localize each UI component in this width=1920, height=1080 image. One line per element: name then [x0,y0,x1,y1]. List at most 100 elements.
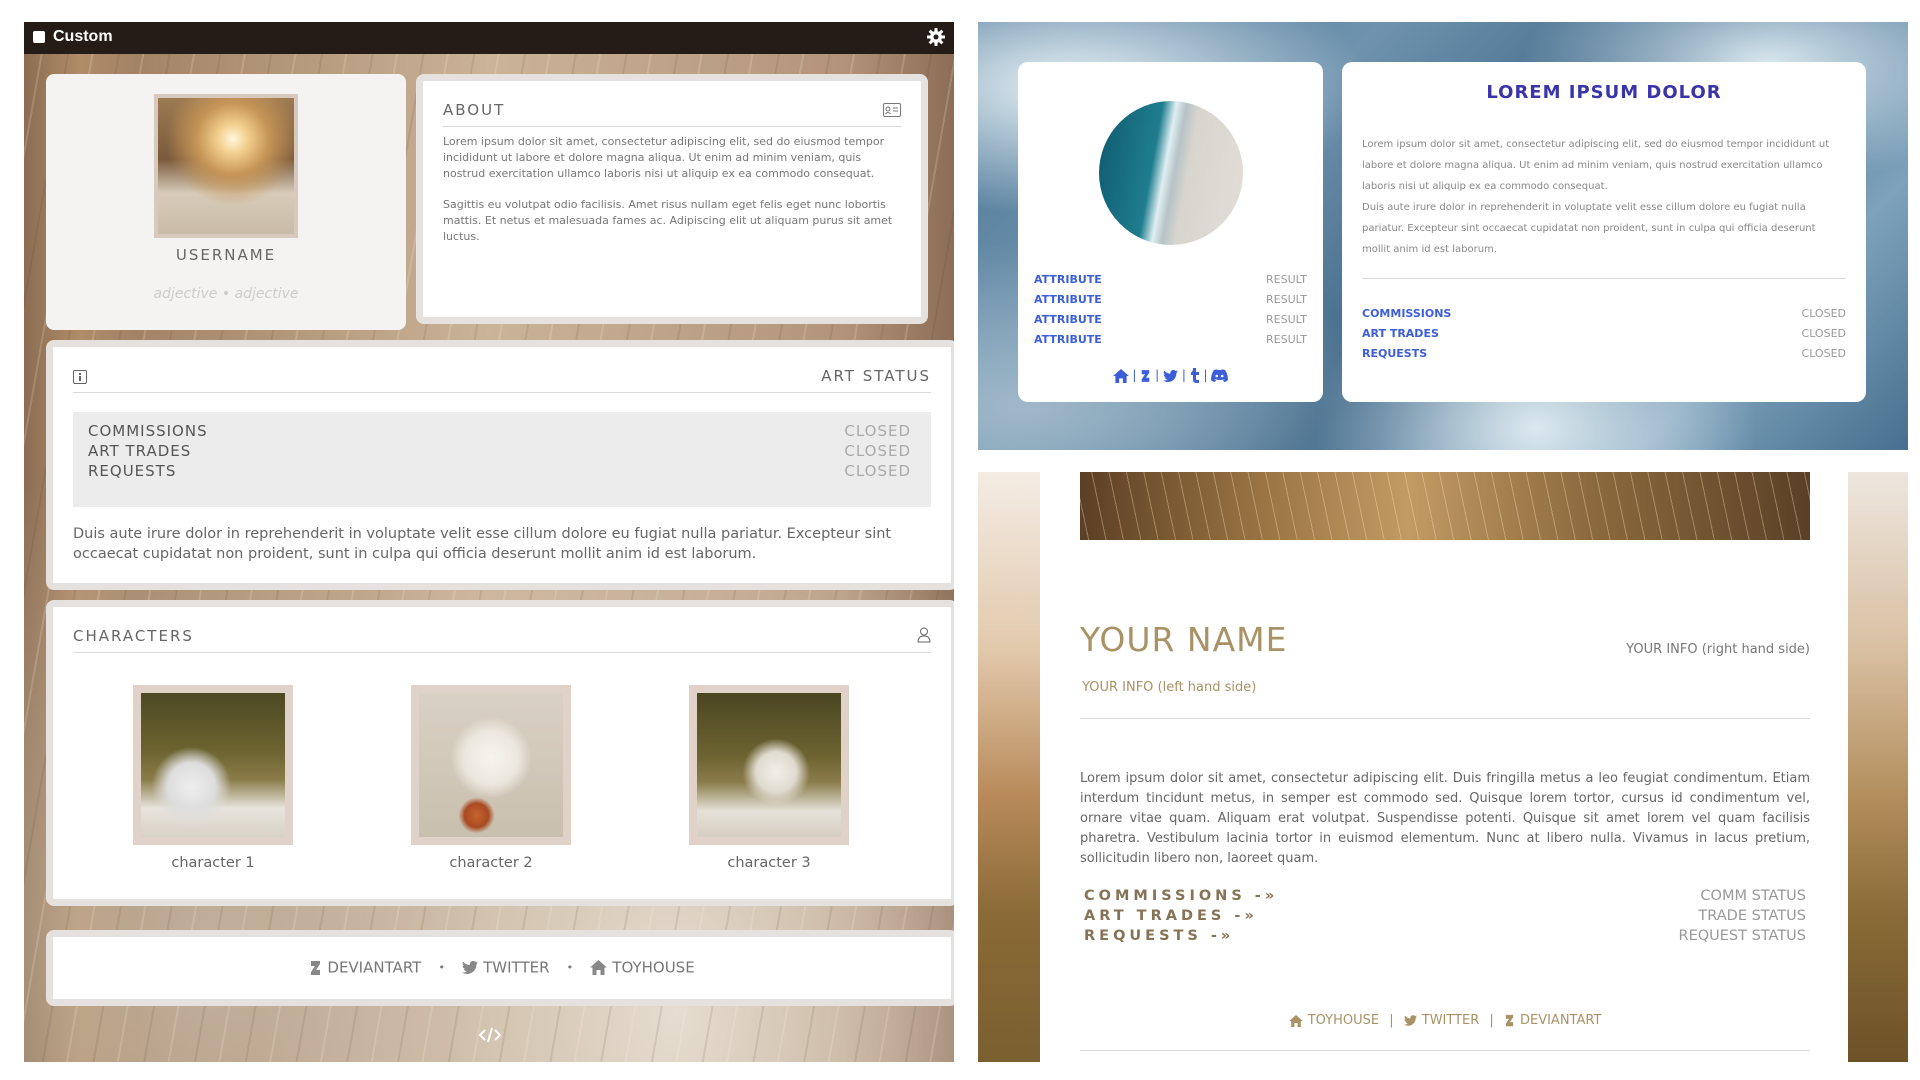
home-icon [1288,1014,1303,1027]
twitter-icon[interactable] [1163,369,1178,382]
status-value-art-trades: CLOSED [844,442,911,460]
social-separator: | [1181,368,1186,382]
body-paragraph: Lorem ipsum dolor sit amet, consectetur … [1080,771,1810,866]
social-separator: | [1132,368,1137,382]
deviantart-icon [309,960,322,976]
link-separator: | [1389,1013,1394,1028]
deviantart-icon [1504,1014,1515,1027]
link-twitter-label: TWITTER [483,958,550,977]
status-label-requests: REQUESTS [88,462,177,480]
attribute-label: ATTRIBUTE [1034,273,1102,286]
status-value-art-trades: CLOSED [1801,327,1846,340]
status-value-commissions: CLOSED [844,422,911,440]
character-1-photo[interactable] [133,685,293,845]
card-paragraph-1: Lorem ipsum dolor sit amet, consectetur … [1362,139,1830,192]
adjectives: adjective • adjective [153,286,299,302]
attribute-label: ATTRIBUTE [1034,333,1102,346]
status-value-requests: REQUEST STATUS [1678,928,1807,944]
character-3-label[interactable]: character 3 [669,855,869,871]
about-paragraph-2: Sagittis eu volutpat odio facilisis. Ame… [443,198,893,243]
home-icon[interactable] [1112,368,1129,383]
link-deviantart-label: DEVIANTART [1519,1013,1602,1028]
status-value-commissions: CLOSED [1801,307,1846,320]
attributes-card: ATTRIBUTE RESULT ATTRIBUTE RESULT ATTRIB… [1018,62,1323,402]
link-separator: | [1489,1013,1494,1028]
characters-card: CHARACTERS character 1 character 2 chara… [46,600,954,906]
status-value-art-trades: TRADE STATUS [1698,908,1806,924]
attribute-result: RESULT [1266,333,1307,346]
discord-icon[interactable] [1211,369,1229,382]
link-toyhouse[interactable]: TOYHOUSE [590,957,695,977]
user-icon [917,627,931,643]
card-paragraph-2: Duis aute irure dolor in reprehenderit i… [1362,202,1816,255]
link-twitter[interactable]: TWITTER [1403,1010,1485,1029]
link-separator: • [438,961,445,974]
profile-circle-photo [1099,101,1243,245]
status-label-requests: REQUESTS -» [1084,928,1235,944]
code-icon[interactable] [479,1027,501,1043]
profile-photo [154,94,298,238]
link-toyhouse-label: TOYHOUSE [1307,1013,1380,1028]
link-twitter[interactable]: TWITTER [462,957,550,977]
social-separator: | [1155,368,1160,382]
field-profile-preview: YOUR NAME YOUR INFO (right hand side) YO… [978,472,1908,1062]
deviantart-icon[interactable] [1140,369,1151,383]
gear-icon[interactable] [926,27,946,47]
ocean-profile-preview: ATTRIBUTE RESULT ATTRIBUTE RESULT ATTRIB… [978,22,1908,450]
background-photo-right [1848,472,1908,1062]
background-photo-left [978,472,1040,1062]
characters-heading: CHARACTERS [73,627,194,645]
links-row: DEVIANTART • TWITTER • TOYHOUSE [53,957,951,977]
card-body: Lorem ipsum dolor sit amet, consectetur … [1362,134,1846,260]
status-label-commissions: COMMISSIONS [1362,307,1452,320]
social-separator: | [1203,368,1208,382]
header-banner [1080,472,1810,540]
attribute-label: ATTRIBUTE [1034,293,1102,306]
left-profile-preview: Custom USERNAME adjective • adjective AB… [24,22,954,1062]
about-card: ABOUT Lorem ipsum dolor sit amet, consec… [416,74,928,324]
art-status-card: ART STATUS COMMISSIONS CLOSED ART TRADES… [46,340,954,590]
status-label-commissions: COMMISSIONS [88,422,208,440]
card-divider [1362,278,1846,279]
link-deviantart[interactable]: DEVIANTART [309,957,421,977]
about-divider [443,126,901,127]
art-status-heading: ART STATUS [821,367,931,385]
home-icon [590,960,608,975]
info-left: YOUR INFO (left hand side) [1082,680,1257,695]
tumblr-icon[interactable] [1190,368,1200,383]
lorem-ipsum-card: LOREM IPSUM DOLOR Lorem ipsum dolor sit … [1342,62,1866,402]
card-title: LOREM IPSUM DOLOR [1486,82,1722,103]
about-paragraph-1: Lorem ipsum dolor sit amet, consectetur … [443,135,885,180]
status-label-requests: REQUESTS [1362,347,1428,360]
link-toyhouse[interactable]: TOYHOUSE [1288,1010,1385,1029]
character-3-photo[interactable] [689,685,849,845]
character-2-photo[interactable] [411,685,571,845]
characters-divider [73,652,931,653]
status-label-commissions: COMMISSIONS -» [1084,888,1279,904]
status-value-requests: CLOSED [1801,347,1846,360]
window-checkbox[interactable] [33,31,45,43]
link-twitter-label: TWITTER [1421,1013,1480,1028]
status-label-art-trades: ART TRADES -» [1084,908,1258,924]
art-status-divider [73,392,931,393]
link-deviantart-label: DEVIANTART [327,958,422,977]
id-card-icon [883,103,901,117]
link-toyhouse-label: TOYHOUSE [612,958,695,977]
attribute-result: RESULT [1266,293,1307,306]
twitter-icon [462,961,479,974]
status-value-requests: CLOSED [844,462,911,480]
footer-divider [1080,1050,1810,1051]
info-icon [73,370,87,384]
link-separator: • [566,961,574,974]
titlebar: Custom [24,22,954,54]
links-row: TOYHOUSE | TWITTER | DEVIANTART [1080,1010,1810,1029]
status-label-art-trades: ART TRADES [88,442,192,460]
art-status-text: Duis aute irure dolor in reprehenderit i… [73,526,892,562]
link-deviantart[interactable]: DEVIANTART [1504,1010,1602,1029]
status-value-commissions: COMM STATUS [1700,888,1806,904]
attribute-result: RESULT [1266,273,1307,286]
status-list: COMMISSIONS CLOSED ART TRADES CLOSED REQ… [73,412,931,507]
character-2-label[interactable]: character 2 [391,855,591,871]
info-right: YOUR INFO (right hand side) [1626,642,1810,657]
character-1-label[interactable]: character 1 [113,855,313,871]
